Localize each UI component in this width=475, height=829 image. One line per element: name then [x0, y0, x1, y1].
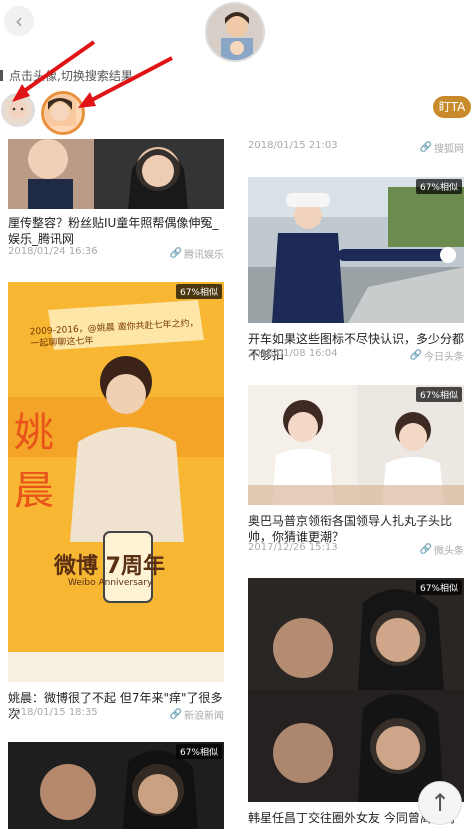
selected-person-avatar	[205, 2, 265, 62]
card-source: 新浪新闻	[184, 711, 224, 722]
card-date: 2017/12/26 15:13	[248, 542, 338, 553]
chevron-left-icon: ‹	[15, 9, 23, 33]
card-date: 2018/01/15 21:03	[248, 140, 338, 151]
link-icon: 🔗	[169, 709, 182, 720]
similarity-badge: 67%相似	[415, 387, 462, 402]
annotation-arrows	[12, 40, 173, 108]
poster-name: 姚晨	[14, 410, 164, 514]
card-meta: 2018/01/24 16:36 🔗 腾讯娱乐	[8, 246, 224, 261]
card-date: 2018/01/15 18:35	[8, 707, 98, 718]
link-icon: 🔗	[409, 350, 422, 361]
similarity-badge: 67%相似	[175, 284, 222, 299]
card-title: 厘传整容？粉丝贴IU童年照帮偶像伸冤_娱乐_腾讯网	[8, 216, 219, 246]
card-image: 67%相似	[248, 385, 464, 505]
card-image: 2009-2016，@姚晨 邀你共赴七年之约，一起聊聊这七年 姚晨 微博 7周年…	[8, 282, 224, 682]
similarity-badge: 67%相似	[415, 580, 462, 595]
card-date: 2018/01/24 16:36	[8, 246, 98, 257]
poster-weibo-subtitle: Weibo Anniversary	[68, 578, 153, 588]
card-image	[8, 139, 224, 209]
card-meta: 2018/01/15 21:03 🔗 搜狐网	[248, 140, 464, 155]
card-meta: 2018/01/15 18:35 🔗 新浪新闻	[8, 707, 224, 722]
card-image: 67%相似	[8, 742, 224, 829]
similarity-badge: 67%相似	[415, 179, 462, 194]
card-image: 67%相似	[248, 578, 464, 802]
card-image: 67%相似	[248, 177, 464, 323]
back-to-top-button[interactable]: ↑	[418, 781, 462, 825]
similarity-badge: 67%相似	[175, 744, 222, 759]
card-source: 微头条	[434, 546, 464, 557]
link-icon: 🔗	[419, 544, 432, 555]
poster-weibo-title: 微博 7周年	[54, 554, 165, 579]
back-button[interactable]: ‹	[4, 6, 34, 36]
link-icon: 🔗	[169, 248, 182, 259]
card-source: 腾讯娱乐	[184, 250, 224, 261]
follow-button[interactable]: 盯TA	[433, 96, 471, 118]
card-title: 奥巴马普京领衔各国领导人扎丸子头比帅，你猜谁更潮？	[248, 514, 453, 544]
arrow-up-icon: ↑	[429, 789, 451, 817]
card-source: 搜狐网	[434, 144, 464, 155]
link-icon: 🔗	[419, 142, 432, 153]
card-meta: 2018/01/08 16:04 🔗 今日头条	[248, 348, 464, 363]
card-meta: 2017/12/26 15:13 🔗 微头条	[248, 542, 464, 557]
card-source: 今日头条	[424, 352, 464, 363]
card-date: 2018/01/08 16:04	[248, 348, 338, 359]
